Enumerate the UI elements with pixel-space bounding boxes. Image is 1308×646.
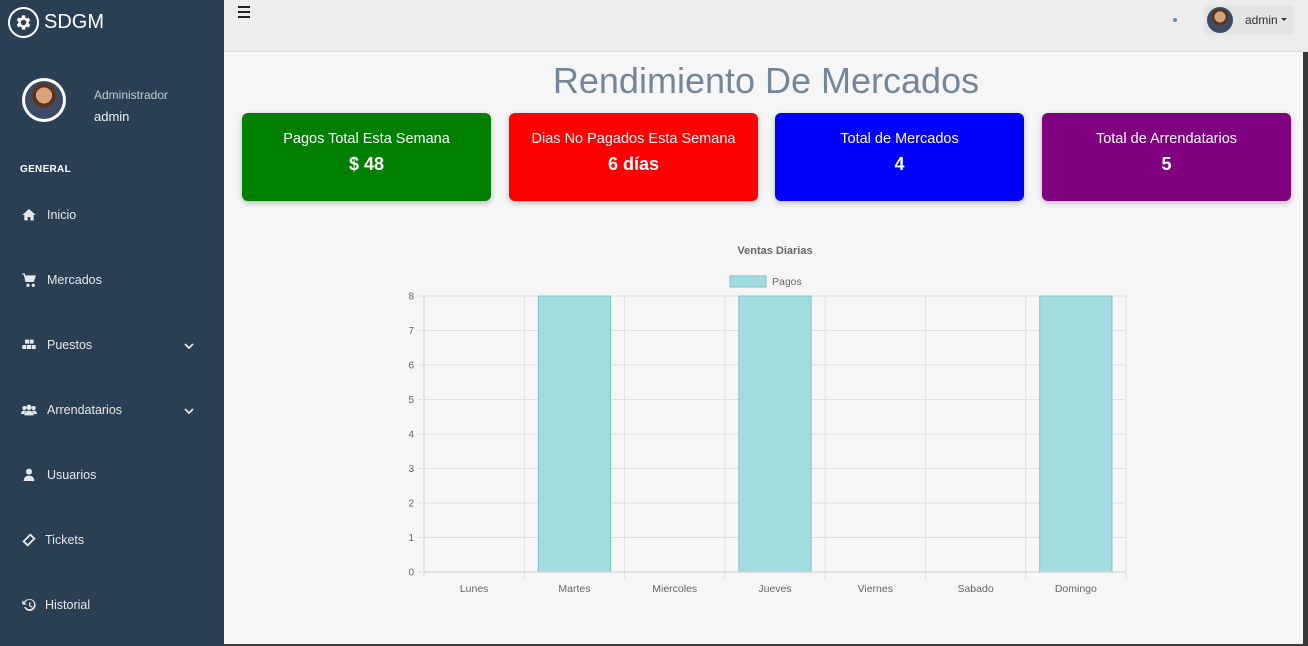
sidebar-item-historial[interactable]: Historial [0,585,224,625]
stat-card-label: Total de Arrendatarios [1095,131,1238,147]
stat-card-label: Dias No Pagados Esta Semana [531,131,736,147]
avatar [1207,7,1233,33]
chart-title: Ventas Diarias [737,245,812,257]
y-tick-label: 8 [408,292,414,303]
sidebar-item-puestos[interactable]: Puestos [0,325,224,365]
x-tick-label: Viernes [858,583,893,595]
chevron-down-icon [184,405,194,415]
stat-card-value: 6 días [607,154,660,174]
chart-canvas: Ventas Diarias Pagos 0 1 2 3 4 5 6 7 8 Lunes Martes M… [408,245,1127,595]
x-tick-label: Domingo [1055,583,1097,595]
y-tick-label: 2 [408,499,414,510]
history-icon [20,596,38,614]
sidebar-item-label: Inicio [47,208,77,222]
user-icon [20,466,38,484]
x-tick-label: Jueves [758,583,791,595]
users-icon [20,401,38,419]
gear-icon [8,6,39,38]
legend-swatch [729,275,767,288]
window-edge [1303,52,1308,646]
ticket-icon [20,531,38,549]
x-tick-label: Lunes [460,583,489,595]
y-tick-label: 5 [408,395,414,406]
menu-toggle-icon[interactable] [238,6,250,18]
cubes-icon [20,336,38,354]
x-tick-label: Martes [558,583,590,595]
bar [1039,295,1113,573]
stat-card-mercados: Total de Mercados 4 [775,113,1024,201]
avatar [22,78,66,122]
sidebar-item-inicio[interactable]: Inicio [0,195,224,235]
y-tick-label: 4 [408,430,414,441]
user-menu-label: admin [1245,13,1278,27]
bar [537,295,612,573]
sidebar-item-label: Historial [45,598,91,612]
sidebar-item-label: Mercados [47,273,102,287]
brand[interactable]: SDGM [8,5,104,39]
sidebar-item-label: Usuarios [47,468,97,482]
caret-down-icon [1281,18,1287,21]
y-tick-label: 0 [408,568,414,579]
y-tick-label: 7 [408,326,414,337]
home-icon [20,206,38,224]
profile-panel: Administrador admin [22,78,212,128]
stat-card-arrendatarios: Total de Arrendatarios 5 [1042,113,1291,201]
sidebar-item-label: Tickets [45,533,85,547]
sidebar: SDGM Administrador admin GENERAL Inicio … [0,0,224,646]
stat-card-value: 4 [894,154,905,174]
stat-card-label: Pagos Total Esta Semana [283,131,450,147]
brand-name: SDGM [44,10,104,33]
ventas-diarias-chart: Ventas Diarias Pagos 0 1 2 3 4 5 6 7 8 Lunes Martes M… [380,232,1140,612]
sidebar-section-title: GENERAL [20,164,71,175]
profile-role: Administrador [94,88,169,102]
cart-icon [20,271,38,289]
profile-name: admin [94,109,130,124]
bar [738,295,812,573]
sidebar-item-label: Puestos [47,338,93,352]
sidebar-item-usuarios[interactable]: Usuarios [0,455,224,495]
stat-card-pagos: Pagos Total Esta Semana $ 48 [242,113,491,201]
chevron-down-icon [184,340,194,350]
y-tick-label: 1 [408,533,414,544]
stat-card-dias-no-pagados: Dias No Pagados Esta Semana 6 días [509,113,758,201]
stat-card-value: $ 48 [348,154,385,174]
notification-dot [1173,18,1177,22]
x-tick-label: Sabado [957,583,993,595]
sidebar-item-label: Arrendatarios [47,403,123,417]
sidebar-item-arrendatarios[interactable]: Arrendatarios [0,390,224,430]
page-title: Rendimiento De Mercados [552,60,980,101]
sidebar-item-mercados[interactable]: Mercados [0,260,224,300]
sidebar-item-tickets[interactable]: Tickets [0,520,224,560]
user-menu-dropdown[interactable]: admin [1204,5,1294,35]
stat-card-label: Total de Mercados [840,131,959,147]
y-tick-label: 6 [408,361,414,372]
stat-card-value: 5 [1161,154,1172,174]
legend-label: Pagos [772,276,802,288]
x-tick-label: Miercoles [652,583,697,595]
y-tick-label: 3 [408,464,414,475]
topbar: admin [224,0,1308,52]
